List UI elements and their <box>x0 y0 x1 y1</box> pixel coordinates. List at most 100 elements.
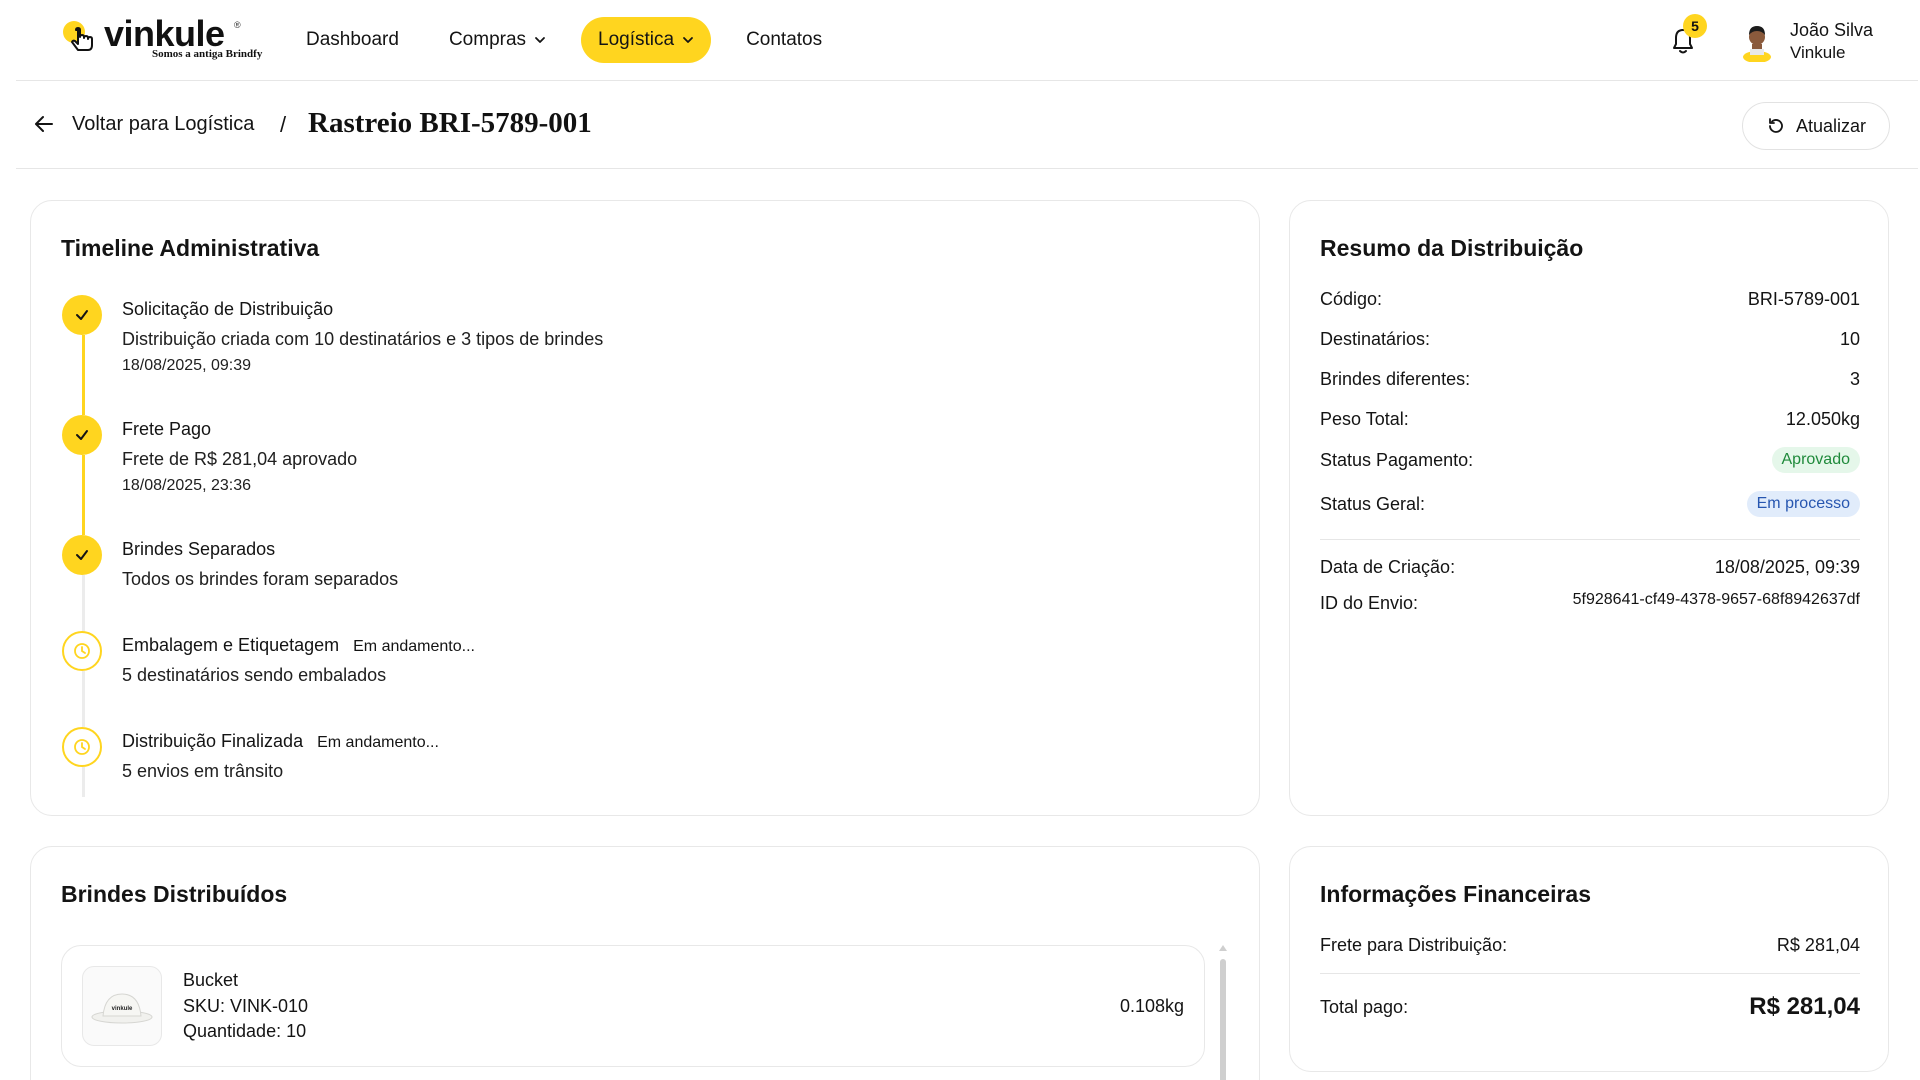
nav-item-compras[interactable]: Compras <box>434 17 561 63</box>
nav-item-label: Dashboard <box>306 29 399 50</box>
timeline-title: Timeline Administrativa <box>61 235 320 261</box>
gift-thumb-logo-text: vinkule <box>112 1006 133 1012</box>
shipment-id-value: 5f928641-cf49-4378-9657-68f8942637df <box>1572 591 1860 608</box>
summary-label: ID do Envio: <box>1320 593 1419 613</box>
step-title-text: Brindes Separados <box>122 539 276 559</box>
total-paid-label: Total pago: <box>1320 996 1409 1017</box>
nav-item-contatos[interactable]: Contatos <box>731 17 837 63</box>
nav-item-label: Compras <box>448 29 527 50</box>
summary-row-total-weight: Peso Total: 12.050kg <box>1320 409 1860 430</box>
gift-list-scrollbar[interactable] <box>1219 945 1227 1080</box>
timeline-connector <box>82 455 85 535</box>
breadcrumb-separator: / <box>280 112 287 137</box>
step-status-label: Em andamento... <box>317 734 439 751</box>
chevron-down-icon <box>683 37 693 43</box>
scroll-up-arrow-icon[interactable] <box>1219 945 1227 951</box>
scrollbar-thumb[interactable] <box>1220 959 1226 1080</box>
financial-divider <box>1320 973 1860 974</box>
timeline-step-description: Frete de R$ 281,04 aprovado <box>122 449 358 469</box>
summary-row-gift-types: Brindes diferentes: 3 <box>1320 369 1860 390</box>
summary-label: Status Geral: <box>1320 493 1426 514</box>
timeline-step-title: Solicitação de Distribuição <box>122 299 333 320</box>
financial-row-total: Total pago: R$ 281,04 <box>1320 993 1860 1021</box>
gift-quantity: Quantidade: 10 <box>183 1021 307 1041</box>
timeline-step-title: Brindes Separados <box>122 539 275 560</box>
brand-logo[interactable]: vinkule ® Somos a antiga Brindfy <box>60 14 262 64</box>
summary-label: Código: <box>1320 289 1383 309</box>
timeline-connector <box>82 671 85 727</box>
summary-value: 10 <box>1839 329 1860 349</box>
step-title-text: Solicitação de Distribuição <box>122 299 334 319</box>
summary-divider <box>1320 539 1860 540</box>
summary-label: Destinatários: <box>1320 329 1431 349</box>
step-title-text: Distribuição Finalizada <box>122 731 304 751</box>
timeline-step-title: Embalagem e Etiquetagem Em andamento... <box>122 635 475 656</box>
brand-tagline: Somos a antiga Brindfy <box>152 48 263 60</box>
back-to-logistics-link[interactable]: Voltar para Logística <box>32 112 254 136</box>
gift-thumbnail: vinkule <box>82 966 162 1046</box>
financial-row-freight: Frete para Distribuição: R$ 281,04 <box>1320 935 1860 956</box>
summary-label: Brindes diferentes: <box>1320 369 1471 389</box>
summary-row-payment-status: Status Pagamento: Aprovado <box>1320 447 1860 473</box>
step-status-label: Em andamento... <box>353 638 475 655</box>
timeline-connector <box>82 335 85 415</box>
summary-row-creation-date: Data de Criação: 18/08/2025, 09:39 <box>1320 557 1860 578</box>
check-icon <box>76 430 88 440</box>
summary-value: 18/08/2025, 09:39 <box>1714 557 1860 577</box>
nav-item-dashboard[interactable]: Dashboard <box>296 17 414 63</box>
summary-row-general-status: Status Geral: Em processo <box>1320 491 1860 517</box>
page-title: Rastreio BRI-5789-001 <box>308 107 592 139</box>
step-pending-clock-icon <box>62 631 102 671</box>
timeline-card: Timeline Administrativa Solicitação de D… <box>30 200 1260 816</box>
summary-label: Data de Criação: <box>1320 557 1456 577</box>
summary-value: BRI-5789-001 <box>1747 289 1860 309</box>
timeline-step-date: 18/08/2025, 23:36 <box>122 477 252 494</box>
payment-status-badge: Aprovado <box>1771 447 1860 473</box>
gifts-title: Brindes Distribuídos <box>61 881 288 907</box>
summary-label: Status Pagamento: <box>1320 449 1474 470</box>
clock-icon <box>74 643 90 659</box>
financial-title: Informações Financeiras <box>1320 881 1591 907</box>
summary-value: 3 <box>1849 369 1860 389</box>
gift-name: Bucket <box>183 970 239 990</box>
gift-list-item[interactable]: vinkule Bucket SKU: VINK-010 Quantidade:… <box>61 945 1205 1067</box>
step-title-text: Embalagem e Etiquetagem <box>122 635 340 655</box>
check-icon <box>76 550 88 560</box>
nav-item-label: Contatos <box>746 29 823 50</box>
main-nav: Dashboard Compras Logística Contatos <box>296 17 857 63</box>
chevron-down-icon <box>535 37 545 43</box>
summary-row-shipment-id: ID do Envio: 5f928641-cf49-4378-9657-68f… <box>1320 591 1860 614</box>
refresh-icon <box>1769 118 1783 133</box>
gift-sku: SKU: VINK-010 <box>183 996 309 1016</box>
summary-value: 12.050kg <box>1785 409 1860 429</box>
check-icon <box>76 310 88 320</box>
user-avatar[interactable] <box>1738 22 1776 62</box>
page-header-bar: Voltar para Logística / Rastreio BRI-578… <box>16 82 1918 169</box>
clock-icon <box>74 739 90 755</box>
financial-value: R$ 281,04 <box>1776 935 1860 955</box>
user-organization: Vinkule <box>1790 43 1846 62</box>
timeline-step-description: Distribuição criada com 10 destinatários… <box>122 329 604 349</box>
registered-mark: ® <box>234 20 241 30</box>
financial-info-card: Informações Financeiras Frete para Distr… <box>1289 846 1889 1072</box>
distribution-summary-card: Resumo da Distribuição Código: BRI-5789-… <box>1289 200 1889 816</box>
step-done-check-icon <box>62 295 102 335</box>
general-status-badge: Em processo <box>1746 491 1860 517</box>
gift-weight: 0.108kg <box>1119 996 1184 1016</box>
timeline-step-date: 18/08/2025, 09:39 <box>122 357 252 374</box>
summary-label: Peso Total: <box>1320 409 1409 429</box>
timeline-step-description: Todos os brindes foram separados <box>122 569 399 589</box>
step-done-check-icon <box>62 415 102 455</box>
timeline-step-description: 5 envios em trânsito <box>122 761 284 781</box>
timeline-connector <box>82 575 85 633</box>
nav-item-logistica[interactable]: Logística <box>581 17 712 63</box>
bucket-hat-image: vinkule <box>91 993 153 1024</box>
timeline-connector <box>82 767 85 797</box>
back-link-label: Voltar para Logística <box>72 112 255 135</box>
summary-title: Resumo da Distribuição <box>1320 235 1584 261</box>
pointing-hand-logo-icon <box>63 21 93 51</box>
user-name: João Silva <box>1790 20 1874 40</box>
refresh-button[interactable]: Atualizar <box>1742 102 1890 150</box>
arrow-left-icon <box>35 116 53 132</box>
summary-row-recipients: Destinatários: 10 <box>1320 329 1860 350</box>
